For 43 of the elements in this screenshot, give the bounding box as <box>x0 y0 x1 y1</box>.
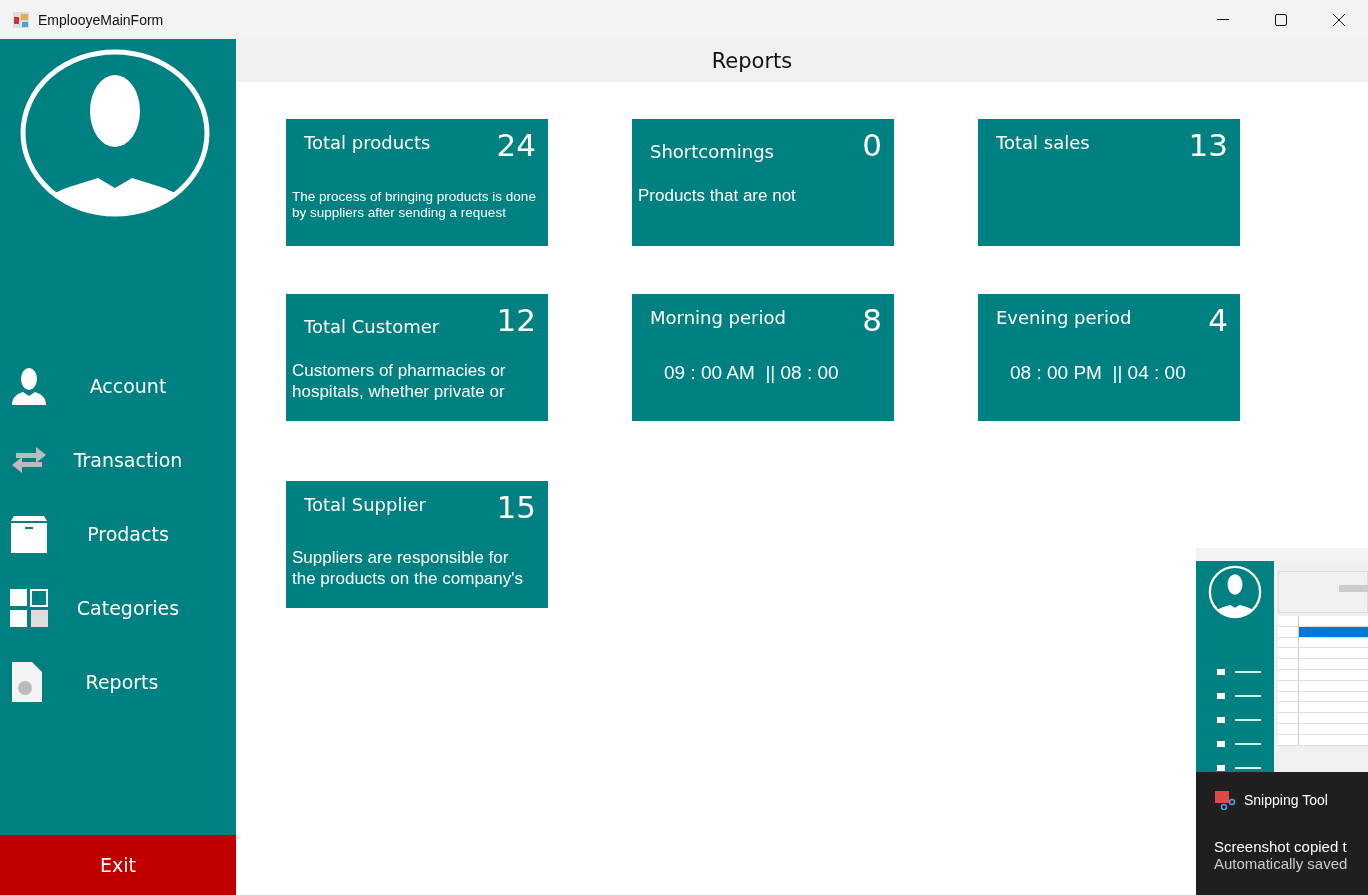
grid-icon <box>10 589 48 627</box>
exit-button[interactable]: Exit <box>0 835 236 895</box>
card-title: Morning period <box>650 307 786 328</box>
card-value: 15 <box>496 489 536 525</box>
card-description: The process of bringing products is done by suppliers after sending a request <box>292 189 536 221</box>
card-title: Total sales <box>996 132 1090 153</box>
minimize-icon <box>1217 18 1229 21</box>
card-description: Products that are not <box>638 185 797 206</box>
close-icon <box>1333 13 1345 26</box>
card-title: Total Customer <box>304 316 440 337</box>
card-description: 09 : 00 AM || 08 : 00 <box>663 362 840 384</box>
card-value: 13 <box>1188 127 1228 163</box>
notification-detail: Automatically saved <box>1214 855 1348 872</box>
box-icon <box>10 515 48 553</box>
sidebar-item[interactable]: Transaction <box>0 441 236 479</box>
card-value: 4 <box>1208 302 1228 338</box>
notification-panel[interactable]: Snipping Tool Screenshot copied t Automatically saved <box>1196 548 1368 895</box>
notification-message: Screenshot copied t <box>1214 838 1347 855</box>
sidebar-item[interactable]: Categories <box>0 589 236 627</box>
card-value: 8 <box>862 302 882 338</box>
card-title: Evening period <box>996 307 1132 328</box>
scissors-icon <box>1214 790 1236 810</box>
card-value: 24 <box>496 127 536 163</box>
card-description: Suppliers are responsible for the products on the company's <box>292 547 524 589</box>
app-name: Snipping Tool <box>1244 792 1328 808</box>
sidebar-item[interactable]: Account <box>0 367 236 405</box>
card-description: 08 : 00 PM || 04 : 00 <box>1009 362 1187 384</box>
window-title: EmplooyeMainForm <box>38 11 164 28</box>
card-value: 12 <box>496 302 536 338</box>
sidebar-item[interactable]: Reports <box>0 663 236 701</box>
card-title: Total products <box>304 132 431 153</box>
document-icon <box>10 662 42 702</box>
card-value: 0 <box>862 127 882 163</box>
page-header: Reports <box>236 39 1368 82</box>
card-title: Total Supplier <box>304 494 426 515</box>
card-description: Customers of pharmacies or hospitals, whether private or <box>292 360 507 402</box>
card-title: Shortcomings <box>650 141 774 162</box>
person-icon <box>10 367 48 405</box>
sidebar-item[interactable]: Prodacts <box>0 515 236 553</box>
avatar-icon <box>20 49 210 217</box>
maximize-icon <box>1275 13 1287 26</box>
app-icon <box>12 10 30 29</box>
exchange-icon <box>10 445 48 475</box>
